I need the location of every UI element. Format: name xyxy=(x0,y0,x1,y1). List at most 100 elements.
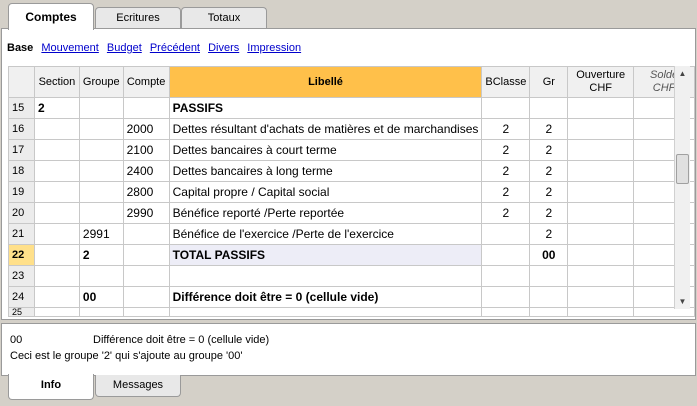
col-header-ouverture[interactable]: Ouverture CHF xyxy=(567,66,635,98)
cell-compte[interactable]: 2990 xyxy=(122,202,170,224)
cell-ouverture[interactable] xyxy=(567,202,635,224)
col-header-gr[interactable]: Gr xyxy=(529,66,569,98)
cell-bclasse[interactable] xyxy=(481,97,531,119)
cell-groupe[interactable] xyxy=(78,265,124,287)
table-row[interactable]: 24 00 Différence doit être = 0 (cellule vi… xyxy=(8,286,695,308)
cell-section[interactable] xyxy=(33,286,80,308)
cell-bclasse[interactable]: 2 xyxy=(481,118,531,140)
cell-bclasse[interactable]: 2 xyxy=(481,139,531,161)
scroll-up-icon[interactable]: ▲ xyxy=(675,66,690,81)
cell-groupe[interactable] xyxy=(78,97,124,119)
cell-groupe[interactable]: 00 xyxy=(78,286,124,308)
row-number[interactable]: 15 xyxy=(8,97,35,119)
empty-cell[interactable] xyxy=(122,307,170,317)
row-number[interactable]: 23 xyxy=(8,265,35,287)
cell-bclasse[interactable] xyxy=(481,265,531,287)
cell-compte[interactable]: 2800 xyxy=(122,181,170,203)
col-header-groupe[interactable]: Groupe xyxy=(78,66,124,98)
empty-cell[interactable] xyxy=(529,307,569,317)
cell-libelle[interactable] xyxy=(168,265,483,287)
cell-ouverture[interactable] xyxy=(567,118,635,140)
tab-messages[interactable]: Messages xyxy=(95,375,181,397)
cell-compte[interactable]: 2100 xyxy=(122,139,170,161)
cell-ouverture[interactable] xyxy=(567,160,635,182)
scroll-down-icon[interactable]: ▼ xyxy=(675,294,690,309)
row-number[interactable]: 19 xyxy=(8,181,35,203)
cell-compte[interactable] xyxy=(122,244,170,266)
cell-libelle[interactable]: TOTAL PASSIFS xyxy=(168,244,483,266)
empty-cell[interactable] xyxy=(168,307,483,317)
cell-groupe[interactable] xyxy=(78,160,124,182)
table-row[interactable]: 17 2100 Dettes bancaires à court terme 2 2 xyxy=(8,139,695,161)
cell-section[interactable] xyxy=(33,202,80,224)
cell-groupe[interactable] xyxy=(78,181,124,203)
cell-libelle[interactable]: Capital propre / Capital social xyxy=(168,181,483,203)
cell-libelle[interactable]: Dettes résultant d'achats de matières et… xyxy=(168,118,483,140)
cell-compte[interactable] xyxy=(122,223,170,245)
empty-cell[interactable] xyxy=(78,307,124,317)
row-number[interactable]: 20 xyxy=(8,202,35,224)
cell-compte[interactable]: 2400 xyxy=(122,160,170,182)
cell-libelle[interactable]: PASSIFS xyxy=(168,97,483,119)
col-header-libelle[interactable]: Libellé xyxy=(168,66,483,98)
col-header-compte[interactable]: Compte xyxy=(122,66,170,98)
table-row[interactable]: 18 2400 Dettes bancaires à long terme 2 2 xyxy=(8,160,695,182)
tab-ecritures[interactable]: Ecritures xyxy=(95,7,181,29)
cell-section[interactable] xyxy=(33,160,80,182)
cell-section[interactable] xyxy=(33,181,80,203)
cell-ouverture[interactable] xyxy=(567,97,635,119)
tab-comptes[interactable]: Comptes xyxy=(8,3,94,30)
cell-bclasse[interactable]: 2 xyxy=(481,160,531,182)
cell-gr[interactable] xyxy=(529,286,569,308)
cell-ouverture[interactable] xyxy=(567,286,635,308)
col-header-bclasse[interactable]: BClasse xyxy=(481,66,531,98)
view-link-precedent[interactable]: Précédent xyxy=(150,42,200,54)
cell-ouverture[interactable] xyxy=(567,181,635,203)
cell-ouverture[interactable] xyxy=(567,223,635,245)
cell-ouverture[interactable] xyxy=(567,244,635,266)
cell-bclasse[interactable]: 2 xyxy=(481,202,531,224)
cell-groupe[interactable] xyxy=(78,118,124,140)
cell-bclasse[interactable]: 2 xyxy=(481,181,531,203)
cell-section[interactable]: 2 xyxy=(33,97,80,119)
view-link-budget[interactable]: Budget xyxy=(107,42,142,54)
cell-gr[interactable]: 2 xyxy=(529,160,569,182)
cell-bclasse[interactable] xyxy=(481,286,531,308)
cell-compte[interactable] xyxy=(122,97,170,119)
cell-gr[interactable]: 2 xyxy=(529,181,569,203)
cell-gr[interactable] xyxy=(529,265,569,287)
cell-libelle[interactable]: Différence doit être = 0 (cellule vide) xyxy=(168,286,483,308)
cell-ouverture[interactable] xyxy=(567,139,635,161)
empty-cell[interactable] xyxy=(567,307,635,317)
table-row[interactable]: 23 xyxy=(8,265,695,287)
cell-section[interactable] xyxy=(33,244,80,266)
cell-ouverture[interactable] xyxy=(567,265,635,287)
cell-section[interactable] xyxy=(33,265,80,287)
vertical-scrollbar[interactable]: ▲ ▼ xyxy=(674,66,690,309)
cell-libelle[interactable]: Bénéfice de l'exercice /Perte de l'exerc… xyxy=(168,223,483,245)
scroll-thumb[interactable] xyxy=(676,154,689,184)
cell-gr[interactable]: 2 xyxy=(529,118,569,140)
cell-gr[interactable]: 2 xyxy=(529,202,569,224)
cell-bclasse[interactable] xyxy=(481,244,531,266)
cell-groupe[interactable]: 2 xyxy=(78,244,124,266)
row-number[interactable]: 16 xyxy=(8,118,35,140)
cell-compte[interactable] xyxy=(122,265,170,287)
cell-section[interactable] xyxy=(33,139,80,161)
row-number[interactable]: 17 xyxy=(8,139,35,161)
table-row-partial[interactable]: 25 xyxy=(8,307,695,317)
view-link-impression[interactable]: Impression xyxy=(247,42,301,54)
row-number[interactable]: 18 xyxy=(8,160,35,182)
tab-info[interactable]: Info xyxy=(8,374,94,400)
tab-totaux[interactable]: Totaux xyxy=(181,7,267,29)
view-link-divers[interactable]: Divers xyxy=(208,42,239,54)
cell-libelle[interactable]: Dettes bancaires à long terme xyxy=(168,160,483,182)
cell-compte[interactable]: 2000 xyxy=(122,118,170,140)
cell-section[interactable] xyxy=(33,118,80,140)
row-number[interactable]: 22 xyxy=(8,244,35,266)
cell-groupe[interactable]: 2991 xyxy=(78,223,124,245)
cell-gr[interactable] xyxy=(529,97,569,119)
cell-gr[interactable]: 2 xyxy=(529,139,569,161)
cell-gr[interactable]: 00 xyxy=(529,244,569,266)
row-number[interactable]: 21 xyxy=(8,223,35,245)
